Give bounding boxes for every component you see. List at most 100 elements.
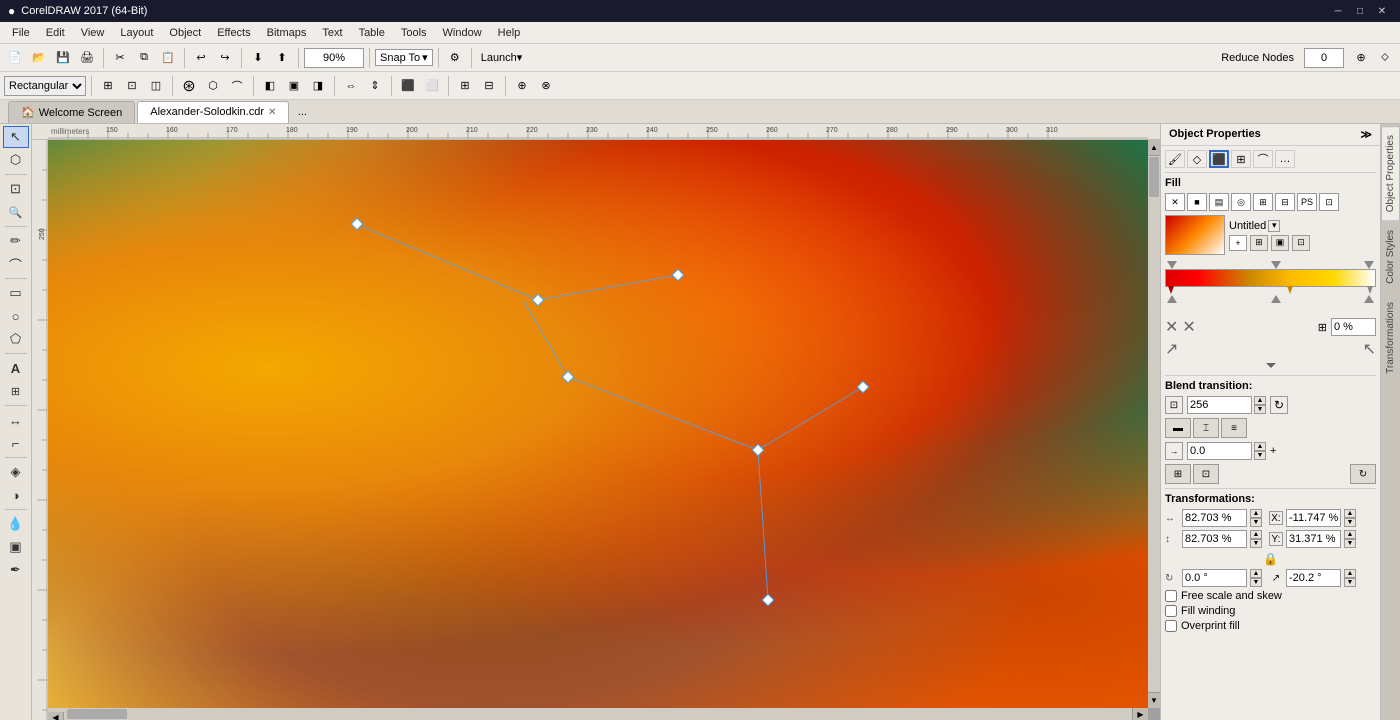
shape-type-select[interactable]: Rectangular (4, 76, 86, 96)
postscript-btn[interactable]: PS (1297, 193, 1317, 211)
linear-grad-btn[interactable]: ▤ (1209, 193, 1229, 211)
to-front-btn[interactable]: ⬛ (397, 75, 419, 97)
gradient-arrow-right-top[interactable] (1364, 261, 1374, 269)
radial-grad-btn[interactable]: ◎ (1231, 193, 1251, 211)
menu-object[interactable]: Object (161, 25, 209, 41)
stop-color-btn[interactable]: ▣ (1271, 235, 1289, 251)
align-right-btn[interactable]: ◨ (307, 75, 329, 97)
open-button[interactable]: 📂 (28, 47, 50, 69)
artwork-canvas[interactable] (48, 140, 1148, 708)
copy-button[interactable]: ⧉ (133, 47, 155, 69)
stop-options-btn[interactable]: ⊡ (1292, 235, 1310, 251)
reduce-nodes-button[interactable]: Reduce Nodes (1217, 47, 1298, 69)
fill-tool[interactable]: ▣ (3, 536, 29, 558)
launch-button[interactable]: Launch ▾ (477, 47, 527, 69)
freehand-tool[interactable]: ✏ (3, 230, 29, 252)
menu-layout[interactable]: Layout (112, 25, 161, 41)
menu-tools[interactable]: Tools (393, 25, 435, 41)
scrollbar-horizontal[interactable]: ◀ ▶ (48, 708, 1148, 720)
menu-table[interactable]: Table (351, 25, 393, 41)
blend-curved-btn[interactable]: ⌶ (1193, 418, 1219, 438)
fill-winding-checkbox[interactable] (1165, 605, 1177, 617)
blend-custom-btn[interactable]: ≡ (1221, 418, 1247, 438)
menu-effects[interactable]: Effects (209, 25, 258, 41)
close-button[interactable]: ✕ (1372, 3, 1392, 19)
solid-fill-btn[interactable]: ■ (1187, 193, 1207, 211)
gradient-bar[interactable] (1165, 269, 1376, 287)
menu-bitmaps[interactable]: Bitmaps (259, 25, 315, 41)
maximize-button[interactable]: □ (1350, 3, 1370, 19)
minimize-button[interactable]: ─ (1328, 3, 1348, 19)
pos-icon1[interactable]: ↗ (1165, 339, 1178, 359)
gradient-percent-input[interactable] (1331, 318, 1376, 336)
pos-x-up[interactable]: ▲ (1344, 509, 1356, 518)
stop-type-btn[interactable]: ⊞ (1250, 235, 1268, 251)
side-tab-color-styles[interactable]: Color Styles (1381, 221, 1400, 293)
ellipse-tool[interactable]: ○ (3, 305, 29, 327)
connector-tool[interactable]: ⌐ (3, 432, 29, 454)
print-button[interactable]: 🖨 (76, 47, 98, 69)
gradient-arrow-mid-top[interactable] (1271, 261, 1281, 269)
select-tool[interactable]: ↖ (3, 126, 29, 148)
export-button[interactable]: ⬆ (271, 47, 293, 69)
ungroup-btn[interactable]: ⊟ (478, 75, 500, 97)
texture-fill-btn[interactable]: ⊟ (1275, 193, 1295, 211)
gradient-arrow-right-bottom[interactable] (1364, 295, 1374, 303)
free-scale-checkbox[interactable] (1165, 590, 1177, 602)
pattern-fill-btn[interactable]: ⊞ (1253, 193, 1273, 211)
scale-x-input[interactable]: 82.703 % (1182, 509, 1247, 527)
side-tab-object-properties[interactable]: Object Properties (1381, 126, 1400, 221)
crop-tool[interactable]: ⊡ (3, 178, 29, 200)
polygon-tool[interactable]: ⬠ (3, 328, 29, 350)
blend-tool[interactable]: ◈ (3, 461, 29, 483)
free-scale-label[interactable]: Free scale and skew (1181, 590, 1282, 602)
node-options-btn[interactable]: ⊕ (1350, 47, 1372, 69)
blend-type-icon[interactable]: ⊡ (1165, 396, 1183, 414)
pos-x-input[interactable]: -11.747 % (1286, 509, 1341, 527)
scale-y-input[interactable]: 82.703 % (1182, 530, 1247, 548)
add-stop-btn[interactable]: + (1229, 235, 1247, 251)
smart-draw-tool[interactable]: ⌒ (3, 253, 29, 275)
scroll-up-button[interactable]: ▲ (1148, 140, 1160, 156)
angle-up[interactable]: ▲ (1250, 569, 1262, 578)
scroll-right-button[interactable]: ▶ (1132, 708, 1148, 720)
tab-document[interactable]: Alexander-Solodkin.cdr ✕ (137, 101, 289, 123)
text-tool[interactable]: A (3, 357, 29, 379)
blend-icon-b[interactable]: ⊡ (1193, 464, 1219, 484)
node-spin[interactable] (1300, 47, 1348, 69)
fill-icon-panel[interactable]: 🖌 (1165, 150, 1185, 168)
side-tab-transformations[interactable]: Transformations (1381, 293, 1400, 383)
lock-proportions-icon[interactable]: 🔒 (1263, 551, 1279, 567)
stop-marker-0[interactable] (1168, 286, 1174, 294)
menu-file[interactable]: File (4, 25, 38, 41)
menu-text[interactable]: Text (314, 25, 350, 41)
shape-btn2[interactable]: ⊡ (121, 75, 143, 97)
snap-to-dropdown[interactable]: Snap To ▾ (375, 49, 433, 66)
blend-icon-a[interactable]: ⊞ (1165, 464, 1191, 484)
node-edit-tool[interactable]: ⬡ (3, 149, 29, 171)
fill-winding-label[interactable]: Fill winding (1181, 605, 1235, 617)
blend-refresh-icon2[interactable]: ↻ (1350, 464, 1376, 484)
gradient-dropdown-btn[interactable]: ▾ (1268, 220, 1280, 232)
pos-x-down[interactable]: ▼ (1344, 518, 1356, 527)
shape-smooth[interactable]: ⌒ (226, 75, 248, 97)
menu-view[interactable]: View (73, 25, 113, 41)
skew-down[interactable]: ▼ (1344, 578, 1356, 587)
scale-x-up[interactable]: ▲ (1250, 509, 1262, 518)
gradient-preview[interactable] (1165, 215, 1225, 255)
node-value-input[interactable] (1304, 48, 1344, 68)
rectangle-tool[interactable]: ▭ (3, 282, 29, 304)
gradient-arrow-left-bottom[interactable] (1167, 295, 1177, 303)
eyedropper-tool[interactable]: 💧 (3, 513, 29, 535)
group-btn[interactable]: ⊞ (454, 75, 476, 97)
new-button[interactable]: 📄 (4, 47, 26, 69)
overprint-fill-label[interactable]: Overprint fill (1181, 620, 1240, 632)
menu-window[interactable]: Window (435, 25, 490, 41)
convert-to-curve[interactable]: ⊛ (178, 75, 200, 97)
mirror-h-btn[interactable]: ⇔ (340, 75, 362, 97)
transparency-icon-panel[interactable]: ⬛ (1209, 150, 1229, 168)
mirror-v-btn[interactable]: ⇕ (364, 75, 386, 97)
blend-steps-up[interactable]: ▲ (1254, 396, 1266, 405)
table-tool[interactable]: ⊞ (3, 380, 29, 402)
save-button[interactable]: 💾 (52, 47, 74, 69)
